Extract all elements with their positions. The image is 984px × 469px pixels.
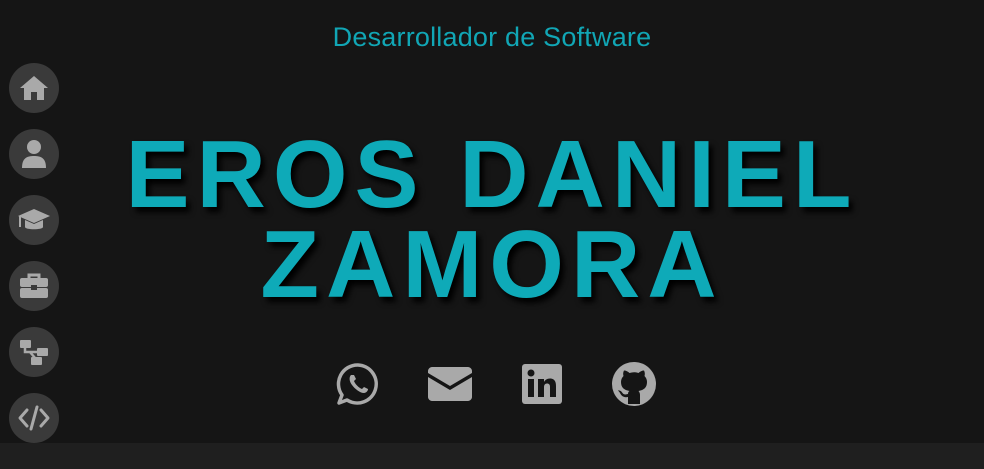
bottom-bar bbox=[0, 443, 984, 469]
social-links bbox=[0, 360, 984, 408]
github-link[interactable] bbox=[610, 360, 658, 408]
linkedin-link[interactable] bbox=[518, 360, 566, 408]
nav-experience-button[interactable] bbox=[9, 261, 59, 311]
linkedin-icon bbox=[522, 364, 562, 404]
nav-education-button[interactable] bbox=[9, 195, 59, 245]
nav-home-button[interactable] bbox=[9, 63, 59, 113]
name-line-1: EROS DANIEL bbox=[125, 121, 859, 228]
name-line-2: ZAMORA bbox=[260, 211, 724, 318]
briefcase-icon bbox=[20, 273, 48, 298]
user-icon bbox=[22, 140, 46, 168]
whatsapp-link[interactable] bbox=[334, 360, 382, 408]
github-icon bbox=[612, 362, 656, 406]
job-title: Desarrollador de Software bbox=[332, 22, 652, 52]
envelope-icon bbox=[428, 367, 472, 401]
graduation-cap-icon bbox=[18, 209, 50, 230]
email-link[interactable] bbox=[426, 360, 474, 408]
whatsapp-icon bbox=[336, 363, 378, 405]
nav-about-button[interactable] bbox=[9, 129, 59, 179]
home-icon bbox=[20, 76, 48, 100]
code-icon bbox=[18, 405, 50, 431]
